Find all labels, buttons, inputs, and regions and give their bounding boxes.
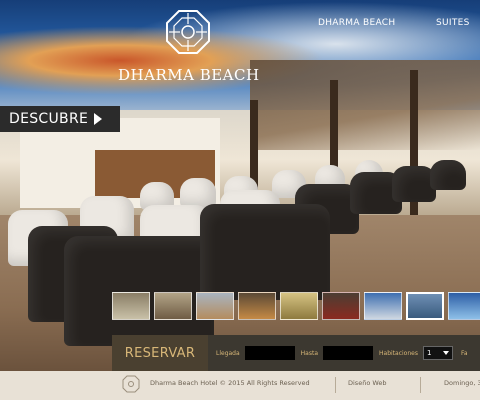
gallery-thumbnail[interactable] bbox=[322, 292, 360, 320]
descubre-label: DESCUBRE bbox=[9, 111, 89, 127]
arrival-label: Llegada bbox=[216, 349, 240, 357]
gallery-thumbnail[interactable] bbox=[364, 292, 402, 320]
nav-suites[interactable]: SUITES bbox=[436, 18, 470, 28]
footer-divider bbox=[420, 377, 421, 393]
palapa-roof bbox=[250, 60, 480, 150]
footer-divider bbox=[335, 377, 336, 393]
descubre-button[interactable]: DESCUBRE bbox=[0, 106, 120, 132]
booking-bar: RESERVAR Llegada Hasta Habitaciones 1 Fa bbox=[112, 335, 480, 371]
departure-label: Hasta bbox=[300, 349, 319, 357]
chevron-down-icon bbox=[442, 351, 449, 355]
gallery-thumbnail[interactable] bbox=[238, 292, 276, 320]
brand-logo[interactable]: DHARMA BEACH bbox=[118, 10, 260, 90]
extra-label: Fa bbox=[460, 349, 468, 357]
gallery-thumbnails bbox=[112, 292, 480, 320]
copyright-text: Dharma Beach Hotel © 2015 All Rights Res… bbox=[150, 379, 310, 387]
arrival-date-field[interactable] bbox=[244, 346, 295, 360]
gallery-thumbnail[interactable] bbox=[448, 292, 480, 320]
gallery-thumbnail[interactable] bbox=[196, 292, 234, 320]
departure-date-field[interactable] bbox=[323, 346, 374, 360]
footer: Dharma Beach Hotel © 2015 All Rights Res… bbox=[0, 371, 480, 400]
current-date: Domingo, 3 bbox=[444, 379, 480, 387]
nav-dharma-beach[interactable]: DHARMA BEACH bbox=[318, 18, 395, 28]
chair bbox=[64, 236, 214, 346]
dharma-octagon-icon bbox=[122, 375, 140, 393]
chair bbox=[430, 160, 466, 190]
rooms-label: Habitaciones bbox=[379, 349, 418, 357]
rooms-select[interactable]: 1 bbox=[422, 346, 453, 360]
gallery-thumbnail[interactable] bbox=[154, 292, 192, 320]
play-arrow-icon bbox=[94, 113, 103, 125]
rooms-value: 1 bbox=[426, 349, 432, 357]
dharma-octagon-icon bbox=[166, 10, 210, 54]
gallery-thumbnail[interactable] bbox=[280, 292, 318, 320]
gallery-thumbnail-active[interactable] bbox=[406, 292, 444, 320]
reservar-button[interactable]: RESERVAR bbox=[112, 335, 208, 371]
gallery-thumbnail[interactable] bbox=[112, 292, 150, 320]
chair bbox=[200, 204, 330, 300]
web-design-link[interactable]: Diseño Web bbox=[348, 379, 387, 387]
brand-name: DHARMA BEACH bbox=[118, 66, 260, 84]
